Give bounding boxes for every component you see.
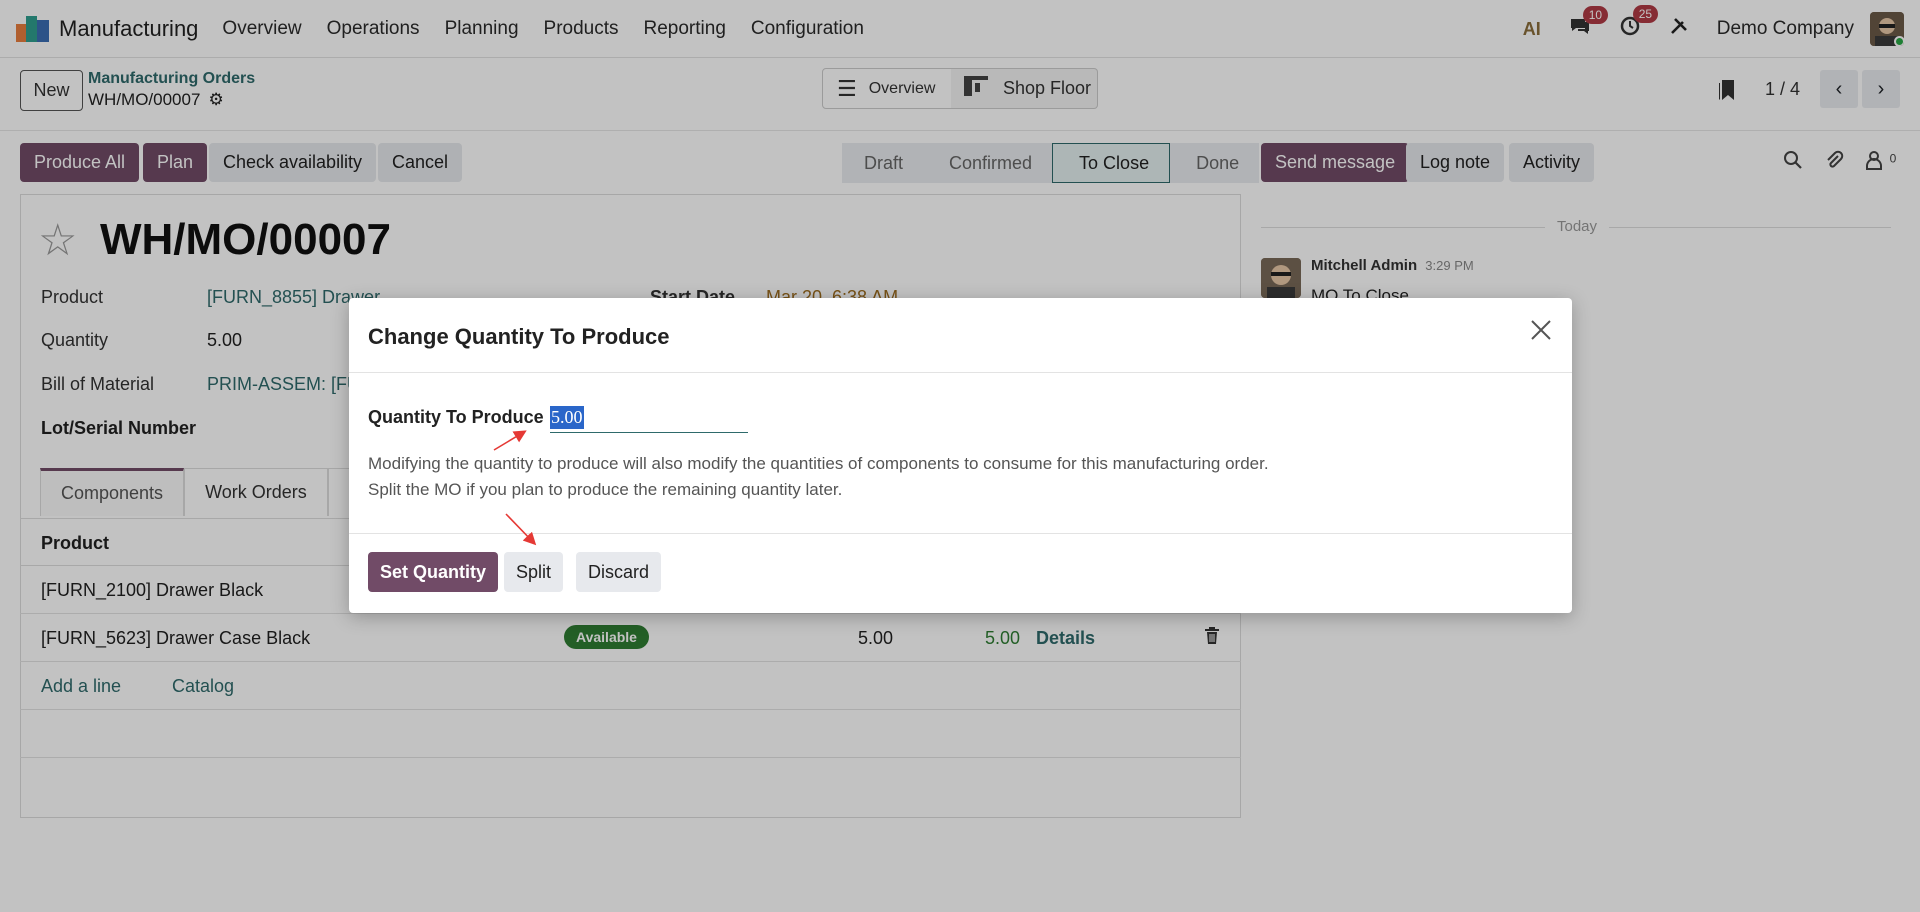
dialog-footer: Set Quantity Split Discard bbox=[349, 533, 1572, 613]
discard-button[interactable]: Discard bbox=[576, 552, 662, 592]
help-text-line-2: Split the MO if you plan to produce the … bbox=[368, 480, 843, 499]
help-text-line-1: Modifying the quantity to produce will a… bbox=[368, 454, 1269, 473]
dialog-header: Change Quantity To Produce bbox=[349, 298, 1572, 373]
set-quantity-button[interactable]: Set Quantity bbox=[368, 552, 499, 592]
quantity-to-produce-label: Quantity To Produce bbox=[368, 407, 544, 427]
dialog-title: Change Quantity To Produce bbox=[368, 324, 670, 349]
quantity-selected-text: 5.00 bbox=[550, 406, 584, 429]
split-button[interactable]: Split bbox=[504, 552, 564, 592]
change-quantity-dialog: Change Quantity To Produce Quantity To P… bbox=[349, 298, 1572, 613]
close-icon[interactable] bbox=[1526, 318, 1556, 348]
